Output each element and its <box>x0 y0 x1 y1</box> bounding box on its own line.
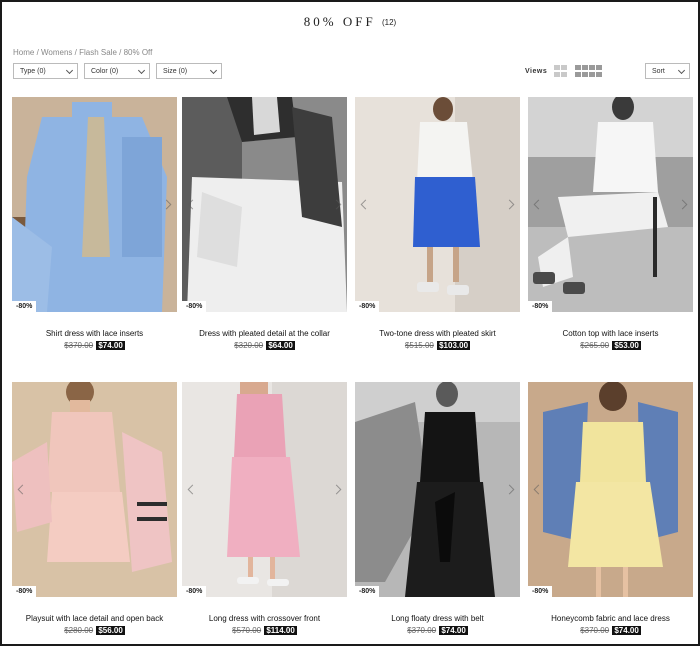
breadcrumb-current: 80% Off <box>123 48 153 57</box>
discount-badge: -80% <box>182 586 207 597</box>
product-price: $370.00 $74.00 <box>12 341 177 350</box>
original-price: $320.00 <box>234 341 264 350</box>
breadcrumb-home[interactable]: Home <box>13 48 34 57</box>
product-image[interactable]: -80% <box>182 382 347 597</box>
product-price: $320.00 $64.00 <box>182 341 347 350</box>
product-image[interactable]: -80% <box>355 97 520 312</box>
sale-price: $74.00 <box>439 626 468 635</box>
product-image[interactable]: -80% <box>12 382 177 597</box>
product-image[interactable]: -80% <box>528 97 693 312</box>
product-price: $570.00 $114.00 <box>182 626 347 635</box>
breadcrumb-womens[interactable]: Womens <box>41 48 72 57</box>
original-price: $370.00 <box>407 626 437 635</box>
product-name[interactable]: Long floaty dress with belt <box>355 614 520 623</box>
product-name[interactable]: Long dress with crossover front <box>182 614 347 623</box>
product-price: $265.00 $53.00 <box>528 341 693 350</box>
original-price: $370.00 <box>580 626 610 635</box>
sale-price: $53.00 <box>612 341 641 350</box>
discount-badge: -80% <box>355 301 380 312</box>
product-price: $370.00 $74.00 <box>528 626 693 635</box>
breadcrumb-flash-sale[interactable]: Flash Sale <box>79 48 117 57</box>
product-name[interactable]: Honeycomb fabric and lace dress <box>528 614 693 623</box>
color-filter[interactable]: Color (0) <box>84 63 150 79</box>
size-filter[interactable]: Size (0) <box>156 63 222 79</box>
discount-badge: -80% <box>355 586 380 597</box>
chevron-down-icon <box>137 66 146 75</box>
product-name[interactable]: Playsuit with lace detail and open back <box>12 614 177 623</box>
product-price: $280.00 $56.00 <box>12 626 177 635</box>
product-name[interactable]: Cotton top with lace inserts <box>528 329 693 338</box>
grid-4-view-icon[interactable] <box>554 65 567 77</box>
views-label: Views <box>525 68 548 75</box>
discount-badge: -80% <box>182 301 207 312</box>
original-price: $515.00 <box>404 341 434 350</box>
original-price: $265.00 <box>580 341 610 350</box>
product-image[interactable]: -80% <box>355 382 520 597</box>
discount-badge: -80% <box>12 301 37 312</box>
result-count: (12) <box>381 18 397 27</box>
page-title: 80% OFF (12) <box>2 14 698 30</box>
product-price: $515.00 $103.00 <box>355 341 520 350</box>
type-filter[interactable]: Type (0) <box>13 63 78 79</box>
product-image[interactable]: -80% <box>528 382 693 597</box>
chevron-down-icon <box>65 66 74 75</box>
product-name[interactable]: Two-tone dress with pleated skirt <box>355 329 520 338</box>
page-frame: 80% OFF (12) Home / Womens / Flash Sale … <box>0 0 700 646</box>
product-name[interactable]: Dress with pleated detail at the collar <box>182 329 347 338</box>
sale-price: $74.00 <box>612 626 641 635</box>
chevron-down-icon <box>209 66 218 75</box>
original-price: $570.00 <box>232 626 262 635</box>
product-image[interactable]: -80% <box>12 97 177 312</box>
sale-price: $114.00 <box>264 626 297 635</box>
product-image[interactable]: -80% <box>182 97 347 312</box>
sort-select[interactable]: Sort <box>645 63 690 79</box>
original-price: $280.00 <box>64 626 94 635</box>
grid-8-view-icon[interactable] <box>575 65 602 77</box>
title-text: 80% OFF <box>303 14 376 29</box>
product-price: $370.00 $74.00 <box>355 626 520 635</box>
sale-price: $74.00 <box>96 341 125 350</box>
product-name[interactable]: Shirt dress with lace inserts <box>12 329 177 338</box>
discount-badge: -80% <box>12 586 37 597</box>
discount-badge: -80% <box>528 301 553 312</box>
sale-price: $103.00 <box>437 341 471 350</box>
original-price: $370.00 <box>64 341 94 350</box>
discount-badge: -80% <box>528 586 553 597</box>
breadcrumb: Home / Womens / Flash Sale / 80% Off <box>13 48 153 57</box>
chevron-down-icon <box>677 66 686 75</box>
sale-price: $64.00 <box>266 341 295 350</box>
sale-price: $56.00 <box>96 626 125 635</box>
